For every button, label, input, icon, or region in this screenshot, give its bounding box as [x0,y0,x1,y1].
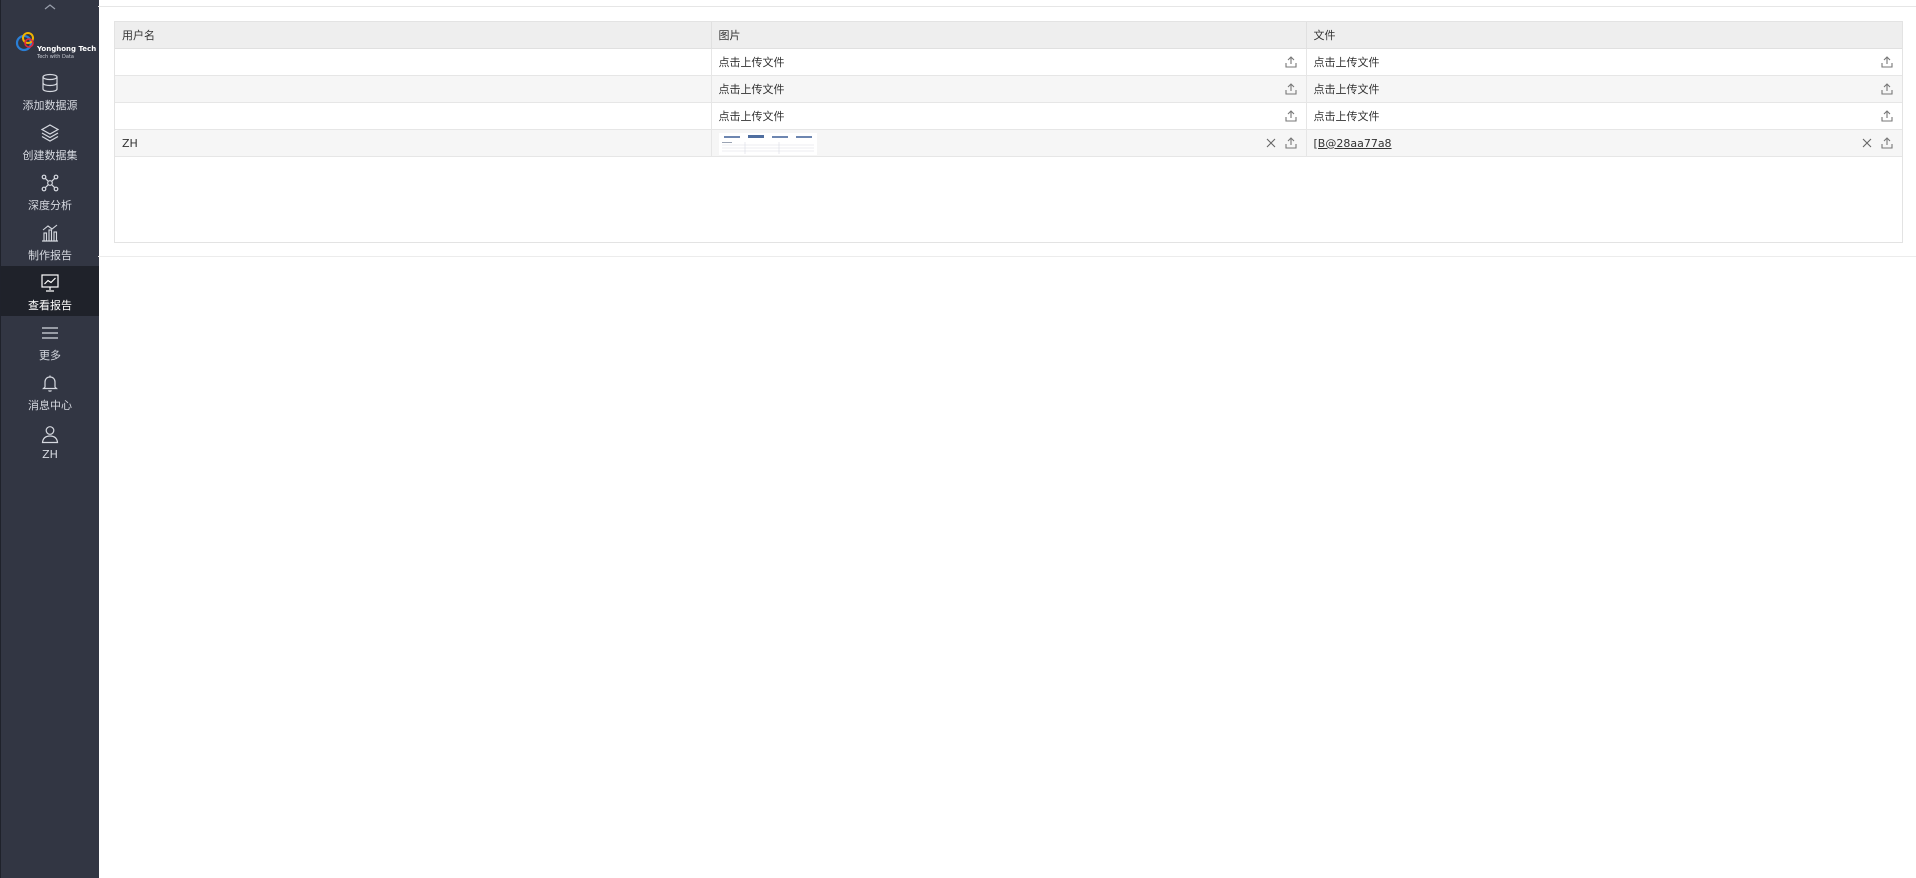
table-row: 点击上传文件 点击上传文件 [115,48,1902,76]
bell-icon [42,375,58,392]
sidebar-item-label: 查看报告 [28,298,72,312]
cell-image[interactable]: 点击上传文件 [711,102,1307,130]
upload-placeholder[interactable]: 点击上传文件 [719,81,785,97]
cell-username[interactable]: ZH [115,129,712,157]
monitor-chart-icon [41,273,59,292]
upload-placeholder[interactable]: 点击上传文件 [1314,81,1380,97]
upload-table: 用户名 图片 文件 点击上传文件 点击上传文件 点击上传文件 点击上传文件 点击… [115,22,1902,157]
logo-tagline: Tech with Data [37,54,74,60]
cell-file[interactable]: [B@28aa77a8 [1306,129,1902,157]
cell-image[interactable]: 点击上传文件 [711,48,1307,76]
sidebar-item-label: 消息中心 [28,398,72,412]
upload-icon[interactable] [1880,82,1894,96]
upload-icon[interactable] [1284,136,1298,150]
column-header-file: 文件 [1306,22,1902,49]
sidebar-item-label: 添加数据源 [22,98,78,112]
column-header-image: 图片 [711,22,1307,49]
logo: Yonghong Tech Tech with Data [15,26,96,62]
upload-placeholder[interactable]: 点击上传文件 [1314,108,1380,124]
cell-image[interactable]: 点击上传文件 [711,75,1307,103]
database-icon [42,73,58,92]
user-icon [41,426,59,444]
upload-icon[interactable] [1880,136,1894,150]
cell-image[interactable] [711,129,1307,157]
sidebar-item-label: 更多 [39,348,61,362]
sidebar-item-create-dataset[interactable]: 创建数据集 [1,116,99,166]
logo-mark-icon [15,32,34,52]
upload-icon[interactable] [1880,55,1894,69]
bar-chart-icon [42,224,58,242]
upload-placeholder[interactable]: 点击上传文件 [719,108,785,124]
image-thumbnail[interactable] [718,132,817,155]
sidebar-item-message-center[interactable]: 消息中心 [1,366,99,416]
close-icon[interactable] [1264,136,1278,150]
cell-file[interactable]: 点击上传文件 [1306,75,1902,103]
sidebar: Yonghong Tech Tech with Data 添加数据源 创建数据集 [0,0,99,878]
logo-brand: Yonghong Tech [37,45,97,53]
collapse-up-icon[interactable] [1,0,99,14]
sidebar-item-more[interactable]: 更多 [1,316,99,366]
cell-username[interactable] [115,75,712,103]
sidebar-item-user[interactable]: ZH [1,416,99,466]
network-icon [41,174,59,191]
sidebar-item-deep-analysis[interactable]: 深度分析 [1,166,99,216]
sidebar-item-add-datasource[interactable]: 添加数据源 [1,66,99,116]
upload-icon[interactable] [1880,109,1894,123]
cell-username[interactable] [115,48,712,76]
sidebar-nav: 添加数据源 创建数据集 深度分析 制作报告 查看报告 更多 消息中心 ZH [1,66,99,466]
upload-table-panel: 用户名 图片 文件 点击上传文件 点击上传文件 点击上传文件 点击上传文件 点击… [114,21,1903,243]
content-divider [98,256,1916,257]
username-text: ZH [122,136,138,150]
layers-icon [40,123,60,142]
column-header-username: 用户名 [115,22,712,49]
cell-file[interactable]: 点击上传文件 [1306,48,1902,76]
sidebar-item-label: ZH [42,448,58,461]
sidebar-item-make-report[interactable]: 制作报告 [1,216,99,266]
sidebar-item-view-report[interactable]: 查看报告 [1,266,99,316]
table-header-row: 用户名 图片 文件 [115,22,1902,49]
table-row: 点击上传文件 点击上传文件 [115,102,1902,130]
sidebar-item-label: 深度分析 [28,198,72,212]
upload-icon[interactable] [1284,109,1298,123]
upload-placeholder[interactable]: 点击上传文件 [719,54,785,70]
upload-icon[interactable] [1284,82,1298,96]
close-icon[interactable] [1860,136,1874,150]
table-row: ZH [B@28aa77a8 [115,129,1902,157]
sidebar-item-label: 制作报告 [28,248,72,262]
sidebar-item-label: 创建数据集 [22,148,78,162]
cell-username[interactable] [115,102,712,130]
table-row: 点击上传文件 点击上传文件 [115,75,1902,103]
menu-icon [42,326,58,339]
file-link[interactable]: [B@28aa77a8 [1314,137,1392,150]
upload-icon[interactable] [1284,55,1298,69]
upload-placeholder[interactable]: 点击上传文件 [1314,54,1380,70]
cell-file[interactable]: 点击上传文件 [1306,102,1902,130]
top-divider [98,6,1916,7]
